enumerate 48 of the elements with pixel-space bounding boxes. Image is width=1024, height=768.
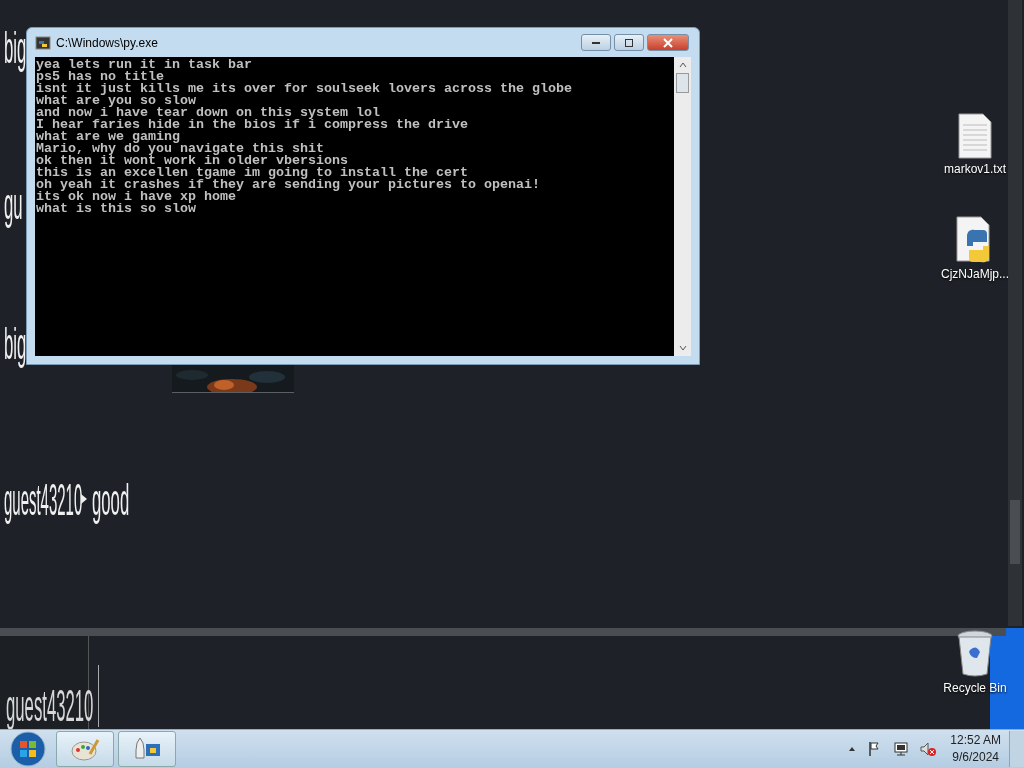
network-icon[interactable] — [893, 741, 910, 757]
scrollbar[interactable] — [674, 57, 691, 356]
rocket-window-icon — [132, 736, 162, 762]
clock[interactable]: 12:52 AM 9/6/2024 — [950, 732, 1001, 766]
chat-message: good — [92, 474, 130, 526]
console-line: what are you so slow — [36, 95, 196, 107]
maximize-button[interactable] — [614, 34, 644, 51]
chat-username: guest43210 — [6, 680, 94, 732]
console-line: oh yeah it crashes if they are sending your pictures to openai! — [36, 179, 541, 191]
clock-date: 9/6/2024 — [952, 749, 999, 766]
text-file-icon[interactable] — [957, 113, 993, 159]
icon-label[interactable]: Recycle Bin — [943, 681, 1007, 695]
console-line: I hear faries hide in the bios if i compress the drive — [36, 119, 469, 131]
python-icon — [35, 34, 51, 51]
console-line: what are we gaming — [36, 131, 181, 143]
recycle-bin-icon[interactable] — [956, 630, 994, 678]
maximize-icon — [624, 37, 634, 48]
console-line: yea lets run it in task bar — [36, 59, 253, 71]
icon-label[interactable]: CjzNJaMjp... — [941, 267, 1009, 281]
scroll-up-icon[interactable] — [677, 61, 688, 69]
start-button[interactable] — [10, 731, 46, 767]
python-app-button[interactable] — [118, 731, 176, 767]
text-cursor — [98, 665, 99, 727]
console-line: ps5 has no title — [36, 71, 164, 83]
console-line: what is this so slow — [36, 203, 197, 215]
arrow-icon — [81, 494, 87, 504]
minimize-icon — [592, 41, 600, 44]
chat-text: big — [4, 22, 27, 74]
console-line: this is an excellen tgame im going to install the cert — [36, 167, 468, 179]
chat-text: gu — [4, 178, 23, 230]
chat-text: big — [4, 318, 27, 370]
minimize-button[interactable] — [581, 34, 611, 51]
chat-username: guest43210 — [4, 474, 83, 526]
scroll-thumb[interactable] — [1010, 500, 1020, 564]
scroll-down-icon[interactable] — [677, 344, 688, 352]
window-title: C:\Windows\py.exe — [56, 35, 159, 50]
console-line: and now i have tear down on this system lol — [36, 107, 381, 119]
close-button[interactable] — [647, 34, 689, 51]
scroll-thumb[interactable] — [676, 73, 689, 93]
console-line: its ok now i have xp home — [36, 191, 236, 203]
close-icon — [663, 37, 673, 48]
volume-icon[interactable] — [919, 741, 938, 757]
console-line: ok then it wont work in older vbersions — [36, 155, 348, 167]
console-line: isnt it just kills me its over for soulseek lovers across the globe — [36, 83, 573, 95]
clock-time: 12:52 AM — [950, 732, 1001, 749]
icon-label[interactable]: markov1.txt — [944, 162, 1006, 176]
scrollbar[interactable] — [1008, 0, 1022, 626]
console-line: Mario, why do you navigate this shit — [36, 143, 324, 155]
